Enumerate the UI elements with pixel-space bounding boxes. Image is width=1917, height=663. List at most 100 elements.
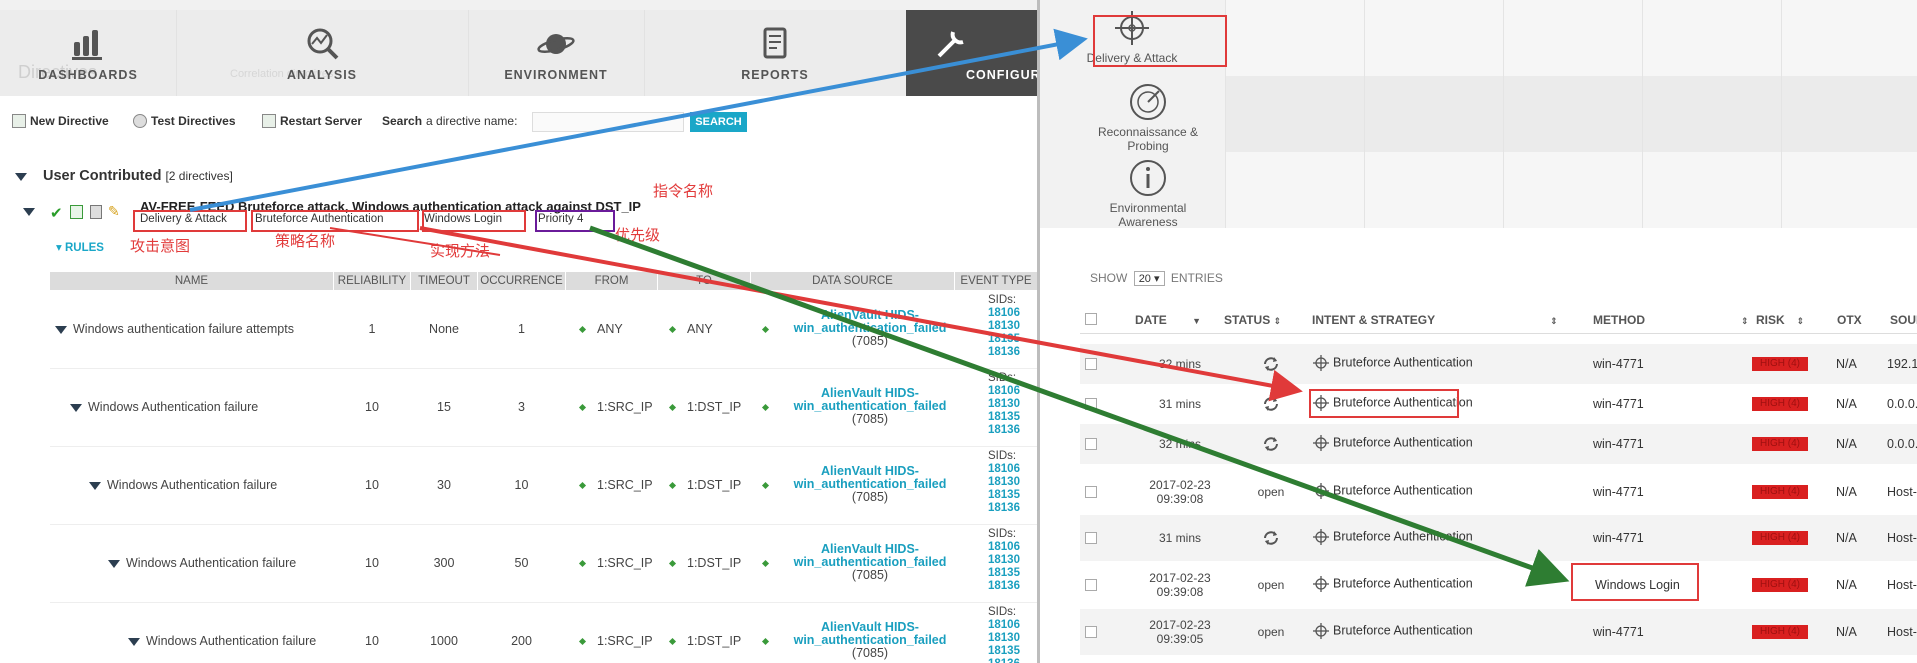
row-checkbox[interactable] <box>1085 398 1097 410</box>
rules-toggle[interactable]: ▾ RULES <box>56 240 104 254</box>
col-from[interactable]: FROM <box>566 272 658 290</box>
collapse-rule-icon[interactable] <box>89 482 101 490</box>
rule-name[interactable]: Windows Authentication failure <box>126 556 296 570</box>
nav-reports[interactable]: REPORTS <box>644 10 907 96</box>
col-occurrence[interactable]: OCCURRENCE <box>478 272 566 290</box>
col-to[interactable]: TO <box>658 272 751 290</box>
sid-link[interactable]: 18130 <box>988 320 1020 333</box>
collapse-rule-icon[interactable] <box>55 326 67 334</box>
col-date[interactable]: DATE ▼ <box>1135 313 1201 327</box>
clone-icon[interactable] <box>70 205 83 219</box>
sid-link[interactable]: 18130 <box>988 476 1020 489</box>
refresh-icon[interactable] <box>1261 528 1281 553</box>
sid-link[interactable]: 18136 <box>988 424 1020 437</box>
col-risk[interactable]: RISK ⇕ <box>1756 313 1804 327</box>
server-icon <box>262 114 276 128</box>
rule-name[interactable]: Windows Authentication failure <box>88 400 258 414</box>
intent-reconnaissance[interactable]: Reconnaissance & Probing <box>1083 82 1213 153</box>
sid-link[interactable]: 18135 <box>988 489 1020 502</box>
sid-link[interactable]: 18106 <box>988 307 1020 320</box>
rule-name[interactable]: Windows Authentication failure <box>107 478 277 492</box>
rule-name[interactable]: Windows Authentication failure <box>146 634 316 648</box>
nav-analysis[interactable]: ANALYSIS <box>176 10 469 96</box>
col-name[interactable]: NAME <box>50 272 334 290</box>
alarm-strategy[interactable]: Bruteforce Authentication <box>1313 435 1473 451</box>
collapse-group-icon[interactable] <box>15 173 27 181</box>
date-line1: 31 mins <box>1158 531 1202 545</box>
col-method[interactable]: METHOD ⇕ <box>1593 313 1749 327</box>
row-checkbox[interactable] <box>1085 438 1097 450</box>
collapse-directive-icon[interactable] <box>23 208 35 216</box>
row-checkbox[interactable] <box>1085 579 1097 591</box>
directive-search-input[interactable] <box>532 112 684 132</box>
col-data-source[interactable]: DATA SOURCE <box>751 272 955 290</box>
rule-data-source[interactable]: AlienVault HIDS-win_authentication_faile… <box>780 309 960 348</box>
sid-link[interactable]: 18135 <box>988 645 1020 658</box>
nav-configuration[interactable]: CONFIGUR <box>906 10 1037 96</box>
rule-reliability: 10 <box>365 478 379 492</box>
row-checkbox[interactable] <box>1085 532 1097 544</box>
col-timeout[interactable]: TIMEOUT <box>411 272 478 290</box>
refresh-icon[interactable] <box>1261 434 1281 459</box>
alarm-strategy[interactable]: Bruteforce Authentication <box>1313 529 1473 545</box>
edit-pencil-icon[interactable]: ✎ <box>108 203 120 220</box>
delete-icon[interactable] <box>90 205 102 219</box>
priority-highlight-box <box>535 210 615 232</box>
row-checkbox[interactable] <box>1085 358 1097 370</box>
sid-link[interactable]: 18136 <box>988 580 1020 593</box>
sid-link[interactable]: 18136 <box>988 346 1020 359</box>
rule-data-source[interactable]: AlienVault HIDS-win_authentication_faile… <box>780 387 960 426</box>
intent-environmental-awareness[interactable]: Environmental Awareness <box>1083 158 1213 229</box>
risk-badge: HIGH (4) <box>1752 437 1808 451</box>
sid-link[interactable]: 18130 <box>988 398 1020 411</box>
collapse-rule-icon[interactable] <box>70 404 82 412</box>
sid-link[interactable]: 18106 <box>988 541 1020 554</box>
rule-data-source[interactable]: AlienVault HIDS-win_authentication_faile… <box>780 621 960 660</box>
nav-dashboards[interactable]: DASHBOARDS <box>0 10 177 96</box>
nav-label: ANALYSIS <box>286 68 358 82</box>
col-status[interactable]: STATUS ⇕ <box>1224 313 1281 327</box>
enabled-check-icon[interactable]: ✔ <box>50 204 63 222</box>
alarm-strategy[interactable]: Bruteforce Authentication <box>1313 576 1473 592</box>
sid-link[interactable]: 18136 <box>988 502 1020 515</box>
new-directive-button[interactable]: New Directive <box>12 114 109 128</box>
rule-data-source[interactable]: AlienVault HIDS-win_authentication_faile… <box>780 465 960 504</box>
select-all-checkbox[interactable] <box>1085 313 1097 325</box>
collapse-rule-icon[interactable] <box>128 638 140 646</box>
row-checkbox[interactable] <box>1085 486 1097 498</box>
rule-name[interactable]: Windows authentication failure attempts <box>73 322 294 336</box>
sid-link[interactable]: 18135 <box>988 567 1020 580</box>
entries-select[interactable]: 20 ▾ <box>1133 271 1165 286</box>
sid-link[interactable]: 18106 <box>988 463 1020 476</box>
alarm-date: 2017-02-23 09:39:05 <box>1140 618 1220 646</box>
search-button[interactable]: SEARCH <box>690 112 747 132</box>
sids-label: SIDs: <box>988 372 1017 384</box>
rule-ds-marker <box>761 634 780 648</box>
sid-link[interactable]: 18136 <box>988 658 1020 663</box>
sid-link[interactable]: 18130 <box>988 554 1020 567</box>
restart-server-button[interactable]: Restart Server <box>262 114 362 128</box>
col-event-type[interactable]: EVENT TYPE <box>955 272 1037 290</box>
rule-data-source[interactable]: AlienVault HIDS-win_authentication_faile… <box>780 543 960 582</box>
row-checkbox[interactable] <box>1085 626 1097 638</box>
alarm-strategy[interactable]: Bruteforce Authentication <box>1313 623 1473 639</box>
col-intent-strategy[interactable]: INTENT & STRATEGY ⇕ <box>1312 313 1558 327</box>
refresh-icon[interactable] <box>1261 354 1281 379</box>
refresh-icon[interactable] <box>1261 394 1281 419</box>
nav-environment[interactable]: ENVIRONMENT <box>468 10 645 96</box>
collapse-rule-icon[interactable] <box>108 560 120 568</box>
sid-link[interactable]: 18106 <box>988 619 1020 632</box>
sid-link[interactable]: 18135 <box>988 333 1020 346</box>
sid-link[interactable]: 18130 <box>988 632 1020 645</box>
rule-timeout: None <box>429 322 459 336</box>
col-reliability[interactable]: RELIABILITY <box>334 272 411 290</box>
alarm-strategy[interactable]: Bruteforce Authentication <box>1313 483 1473 499</box>
sid-link[interactable]: 18135 <box>988 411 1020 424</box>
alarm-strategy[interactable]: Bruteforce Authentication <box>1313 355 1473 371</box>
col-source[interactable]: SOURC <box>1890 313 1917 327</box>
col-otx[interactable]: OTX <box>1837 313 1862 327</box>
test-directives-button[interactable]: Test Directives <box>133 114 236 128</box>
rule-from-value: ANY <box>597 322 623 336</box>
sid-link[interactable]: 18106 <box>988 385 1020 398</box>
annotation-method: 实现方法 <box>430 243 491 260</box>
